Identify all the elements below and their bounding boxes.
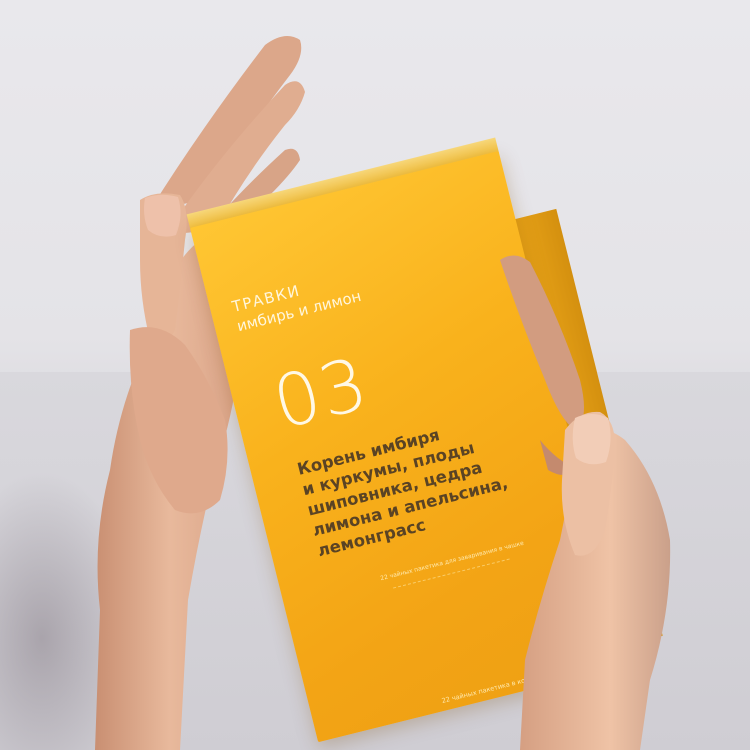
photo-scene: ТРАВКИ имбирь и лимон 03 Корень имбиря и…: [0, 0, 750, 750]
right-hand: [129, 255, 671, 750]
